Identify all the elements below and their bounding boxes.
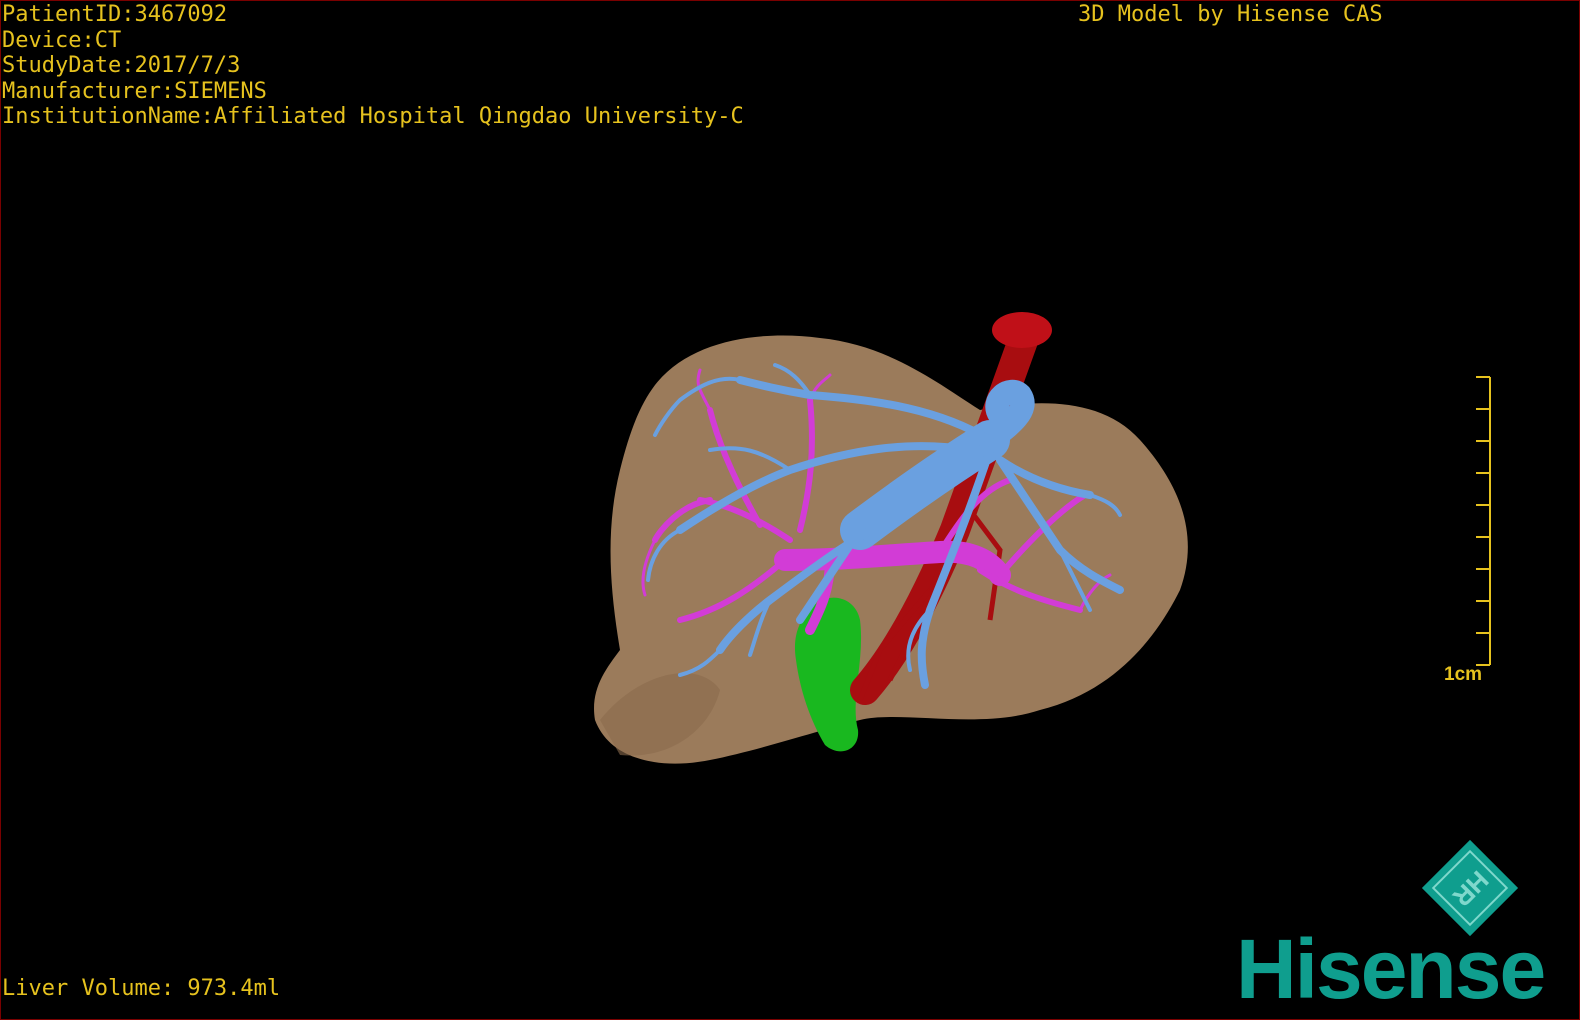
study-date-text: StudyDate:2017/7/3: [2, 53, 241, 78]
patient-id-text: PatientID:3467092: [2, 2, 228, 27]
manufacturer-text: Manufacturer:SIEMENS: [2, 78, 267, 104]
liver-volume-text: Liver Volume: 973.4ml: [2, 976, 281, 1001]
device-text: Device:CT: [2, 27, 122, 53]
artery-top-cap: [992, 312, 1052, 348]
scale-bar: [1476, 376, 1491, 666]
model-credit-text: 3D Model by Hisense CAS: [1078, 2, 1383, 27]
dicom-info-overlay: PatientID:3467092 Device:CT StudyDate:20…: [2, 2, 744, 130]
scale-bar-label: 1cm: [1444, 664, 1483, 685]
liver-3d-model-viewport[interactable]: [560, 290, 1220, 780]
hisense-logo-text: Hisense: [1236, 922, 1546, 1016]
institution-text: InstitutionName:Affiliated Hospital Qing…: [2, 104, 744, 129]
